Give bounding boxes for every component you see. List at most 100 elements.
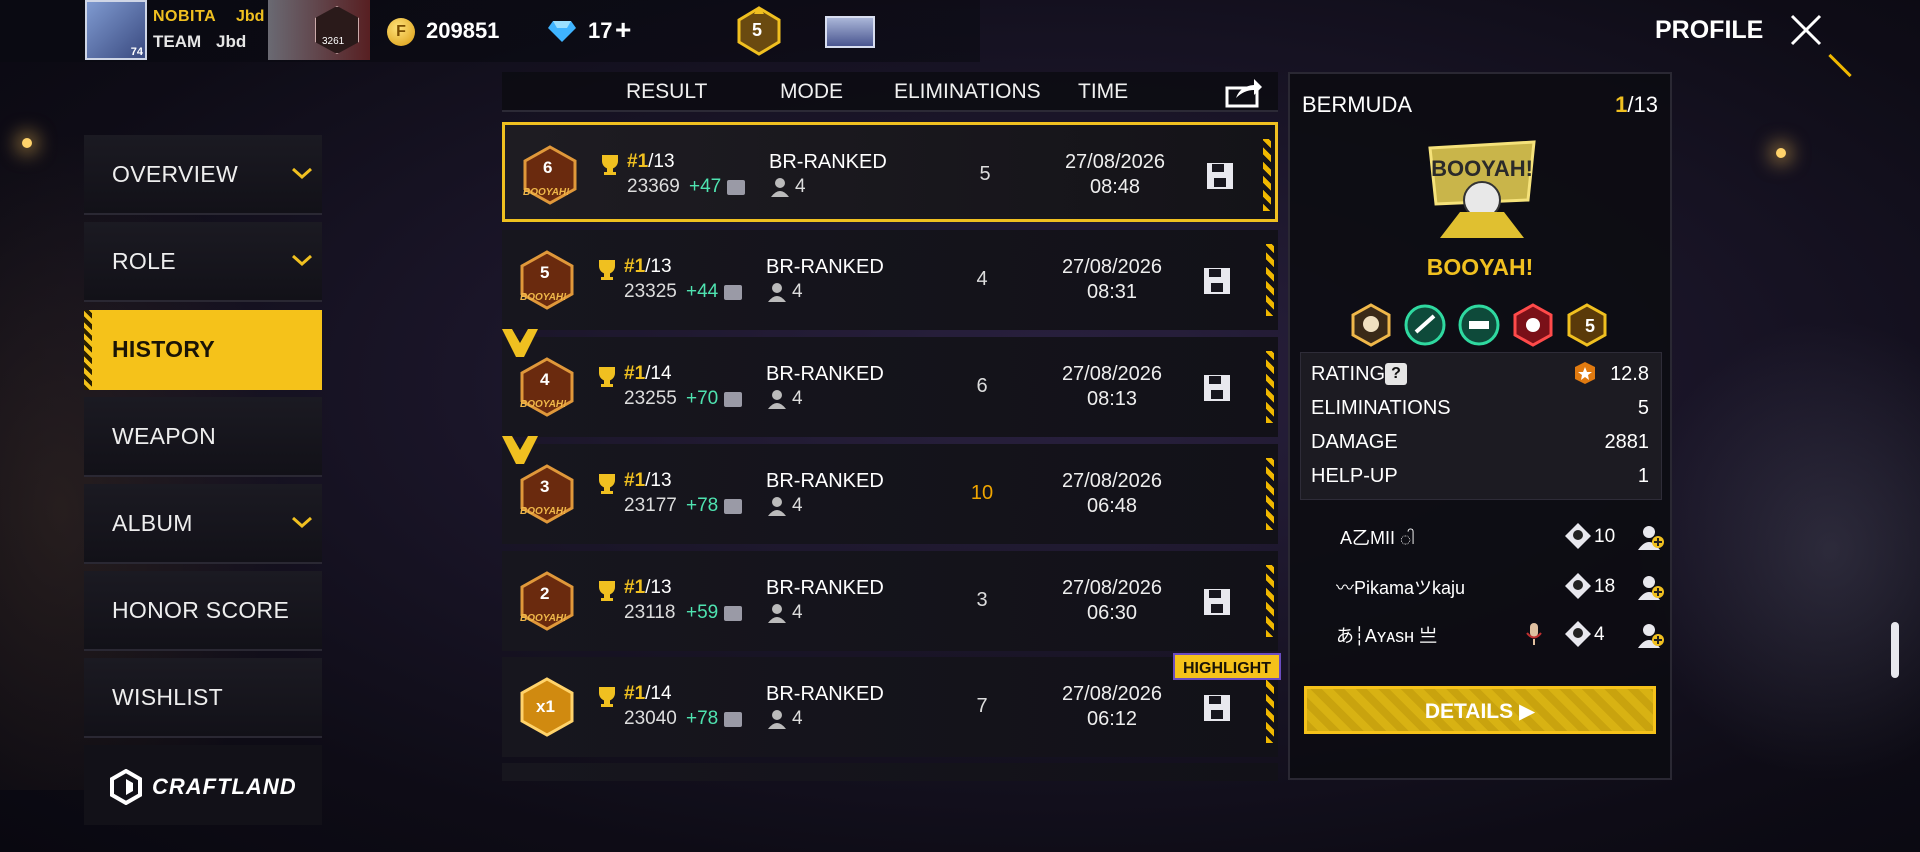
medal-revive-icon[interactable] [1456,302,1502,348]
match-mode: BR-RANKED [766,683,884,705]
match-row[interactable]: 3 BOOYAH! #1/13 23177 +78 BR-RANKED 4 10… [502,436,1278,544]
sidebar-item-weapon[interactable]: WEAPON [84,397,322,477]
details-note-icon[interactable] [727,180,745,195]
placement-rank: #1 [624,363,646,384]
rank-score: 23118 [624,602,676,623]
match-date: 27/08/2026 [1064,151,1166,173]
add-friend-icon[interactable] [1638,574,1664,600]
score-delta: +44 [686,281,719,302]
team-name: Jbd [216,32,247,51]
highlight-tag[interactable]: HIGHLIGHT [1173,653,1281,680]
details-note-icon[interactable] [724,712,742,727]
stat-label-help-up: HELP-UP [1311,465,1398,487]
sidebar-item-overview[interactable]: OVERVIEW [84,135,322,215]
banner-number: 3261 [322,36,345,47]
kill-skull-icon [1565,573,1591,599]
teammate-row[interactable]: 〰Pikamaツkaju 18 [1300,564,1664,608]
scrollbar[interactable] [1891,622,1899,678]
match-date: 27/08/2026 [1061,256,1163,278]
details-note-icon[interactable] [724,606,742,621]
close-button[interactable] [1784,8,1828,52]
trophy-icon [599,260,615,280]
chevron-down-icon [292,167,312,180]
match-row[interactable]: 2 BOOYAH! #1/13 23118 +59 BR-RANKED 4 3 … [502,551,1278,651]
squad-size: 4 [792,281,803,302]
match-time: 06:30 [1086,602,1138,624]
craftland-button[interactable]: CRAFTLAND [84,745,322,825]
match-eliminations: 5 [979,163,991,185]
sidebar-item-label: HONOR SCORE [112,597,290,623]
row-stripes [1266,244,1274,316]
rating-star-icon [1575,362,1595,384]
match-mode: BR-RANKED [766,577,884,599]
teammate-row[interactable]: A乙MII ါ 10 [1300,514,1664,558]
booyah-trophy-art: BOOYAH! [1428,140,1536,238]
save-icon[interactable] [1202,373,1232,403]
booyah-count: 6 [543,158,553,177]
medal-streak-icon[interactable]: 5 [1564,302,1610,348]
sidebar-item-label: OVERVIEW [112,161,238,187]
booyah-count: 2 [540,584,550,603]
avatar[interactable]: 74 [85,0,147,60]
score-delta: +78 [686,495,719,516]
add-diamonds-button[interactable]: + [615,14,631,46]
sidebar-item-role[interactable]: ROLE [84,222,322,302]
sidebar-item-history[interactable]: HISTORY [84,310,322,390]
booyah-title: BOOYAH! [1426,254,1534,280]
trophy-icon [599,474,615,494]
details-note-icon[interactable] [724,392,742,407]
placement-rank: #1 [624,470,646,491]
booyah-word: BOOYAH! [523,187,570,198]
medal-heal-icon[interactable] [1402,302,1448,348]
sidebar-item-wishlist[interactable]: WISHLIST [84,658,322,738]
match-row[interactable]: x1 #1/14 23040 +78 BR-RANKED 4 7 27/08/2… [502,657,1278,757]
medal-damage-icon[interactable] [1510,302,1556,348]
score-delta: +59 [686,602,719,623]
row-stripes [1266,351,1274,423]
share-button[interactable] [1224,76,1264,108]
sidebar-item-honor-score[interactable]: HONOR SCORE [84,571,322,651]
match-row-partial[interactable] [502,763,1278,781]
panel-placement: 1/13 [1615,92,1658,118]
add-friend-icon[interactable] [1638,524,1664,550]
craftland-label: CRAFTLAND [152,774,297,799]
save-icon[interactable] [1202,266,1232,296]
help-icon[interactable]: ? [1385,363,1407,385]
booyah-word: BOOYAH! [520,292,567,303]
person-icon [768,710,786,729]
sidebar-item-label: WEAPON [112,423,217,449]
match-placement: #1/14 [624,683,672,705]
add-friend-icon[interactable] [1638,622,1664,648]
match-placement: #1/13 [624,470,672,492]
column-header-mode: MODE [780,80,843,103]
save-icon[interactable] [1202,587,1232,617]
match-date: 27/08/2026 [1061,577,1163,599]
match-eliminations: 7 [976,695,988,717]
teammate-row[interactable]: あ┆Aʏᴀsʜ 亗 4 [1300,612,1664,656]
player-tag: Jbd [236,8,265,25]
elite-pass-icon[interactable] [825,16,875,48]
details-note-icon[interactable] [724,285,742,300]
page-title: PROFILE [1655,16,1764,44]
kill-skull-icon [1565,523,1591,549]
stat-value-eliminations: 5 [1637,397,1649,419]
match-row[interactable]: 5 BOOYAH! #1/13 23325 +44 BR-RANKED 4 4 … [502,230,1278,330]
team-label: TEAM [153,32,202,51]
sidebar-item-album[interactable]: ALBUM [84,484,322,564]
gold-coin-icon: F [387,18,415,46]
placement-total: /14 [645,363,672,384]
medal-skull-icon[interactable] [1348,302,1394,348]
squad-size: 4 [792,388,803,409]
diamond-icon [548,21,576,42]
save-icon[interactable] [1202,693,1232,723]
match-mode: BR-RANKED [766,470,884,492]
details-button[interactable]: DETAILS ▶ [1304,686,1656,734]
save-icon[interactable] [1205,161,1235,191]
match-row[interactable]: 6 BOOYAH! #1/13 23369 +47 BR-RANKED 4 5 … [502,122,1278,222]
match-row[interactable]: 4 BOOYAH! #1/14 23255 +70 BR-RANKED 4 6 … [502,329,1278,437]
rank-level: 5 [752,20,763,40]
map-name: BERMUDA [1302,92,1413,117]
details-note-icon[interactable] [724,499,742,514]
chevron-down-icon [292,516,312,529]
diamond-count: 17 [588,18,613,43]
